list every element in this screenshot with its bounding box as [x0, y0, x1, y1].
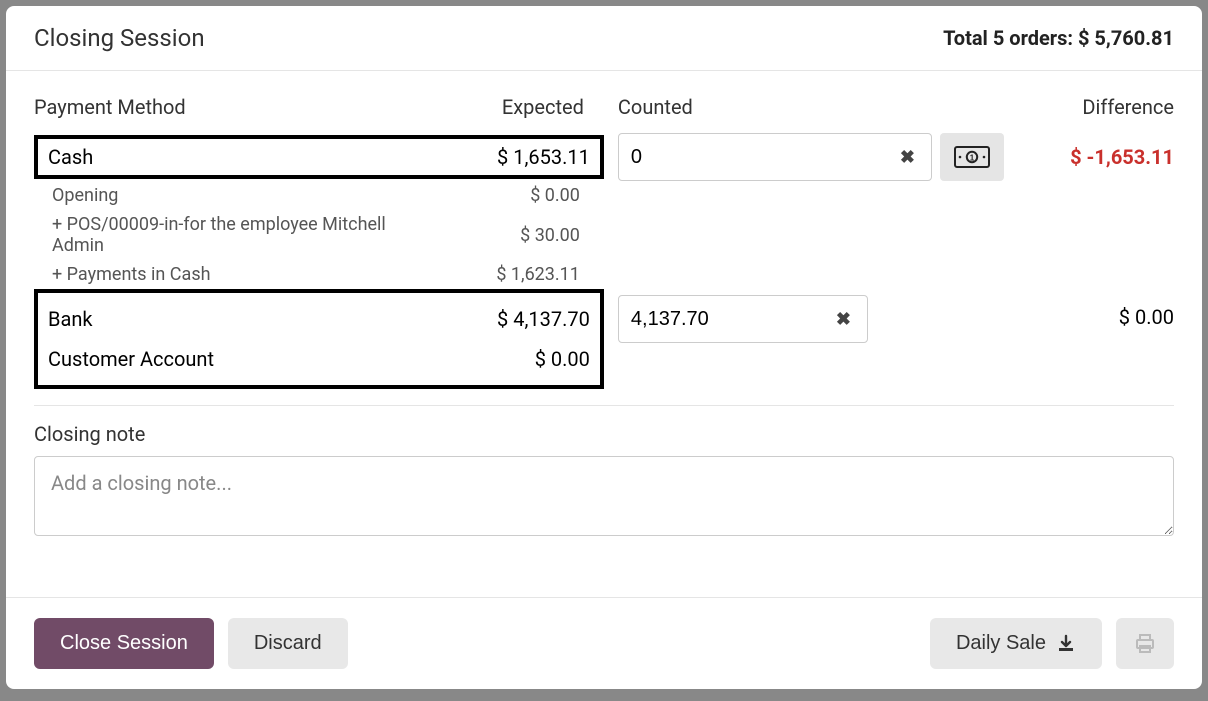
cash-row: Cash $ 1,653.11 ✖ — [34, 133, 1174, 181]
download-icon — [1056, 634, 1076, 654]
close-session-button[interactable]: Close Session — [34, 618, 214, 669]
money-bill-button[interactable]: 1 — [940, 133, 1004, 181]
daily-sale-button[interactable]: Daily Sale — [930, 618, 1102, 669]
daily-sale-label: Daily Sale — [956, 632, 1046, 655]
modal-header: Closing Session Total 5 orders: $ 5,760.… — [6, 6, 1202, 71]
clear-icon[interactable]: ✖ — [896, 147, 919, 168]
cash-counted-wrap: ✖ 1 — [618, 133, 1004, 181]
cash-detail-row: + Payments in Cash $ 1,623.11 — [34, 260, 1174, 289]
header-expected: Expected — [404, 95, 604, 133]
clear-icon[interactable]: ✖ — [832, 309, 855, 330]
orders-summary: Total 5 orders: $ 5,760.81 — [943, 26, 1174, 50]
other-methods-row: Bank $ 4,137.70 Customer Account $ 0.00 … — [34, 289, 1174, 389]
header-counted: Counted — [604, 95, 1004, 133]
bank-counted-group[interactable]: ✖ — [618, 295, 868, 343]
cash-detail-row: + POS/00009-in-for the employee Mitchell… — [34, 210, 1174, 260]
money-bill-icon: 1 — [954, 146, 990, 168]
divider — [34, 405, 1174, 406]
table-header-row: Payment Method Expected Counted Differen… — [34, 95, 1174, 133]
cash-label: Cash — [48, 145, 93, 169]
customer-account-row: Customer Account $ 0.00 — [48, 339, 590, 379]
modal-title: Closing Session — [34, 24, 205, 52]
cash-expected: $ 1,653.11 — [497, 145, 590, 169]
cash-detail-label: + POS/00009-in-for the employee Mitchell… — [34, 210, 404, 260]
cash-difference: $ -1,653.11 — [1070, 145, 1174, 169]
cash-detail-value: $ 0.00 — [404, 181, 604, 210]
svg-text:1: 1 — [970, 153, 975, 162]
cash-detail-value: $ 1,623.11 — [404, 260, 604, 289]
other-methods-box: Bank $ 4,137.70 Customer Account $ 0.00 — [34, 289, 604, 389]
modal-footer: Close Session Discard Daily Sale — [6, 597, 1202, 689]
cash-detail-label: Opening — [34, 181, 404, 210]
cash-counted-group[interactable]: ✖ — [618, 133, 932, 181]
modal-body: Payment Method Expected Counted Differen… — [6, 71, 1202, 597]
bank-counted-input[interactable] — [631, 308, 832, 331]
closing-note-input[interactable] — [34, 456, 1174, 536]
cash-detail-value: $ 30.00 — [404, 210, 604, 260]
bank-label: Bank — [48, 307, 93, 331]
header-difference: Difference — [1004, 95, 1174, 133]
cash-detail-row: Opening $ 0.00 — [34, 181, 1174, 210]
customer-account-expected: $ 0.00 — [535, 347, 590, 371]
footer-right: Daily Sale — [930, 618, 1174, 669]
print-button[interactable] — [1116, 618, 1174, 669]
cash-counted-input[interactable] — [631, 146, 896, 169]
bank-difference: $ 0.00 — [1119, 305, 1174, 329]
discard-button[interactable]: Discard — [228, 618, 348, 669]
bank-row: Bank $ 4,137.70 — [48, 299, 590, 339]
closing-note-label: Closing note — [34, 422, 1174, 446]
payment-methods-table: Payment Method Expected Counted Differen… — [34, 95, 1174, 389]
footer-left: Close Session Discard — [34, 618, 348, 669]
cash-box: Cash $ 1,653.11 — [34, 135, 604, 179]
customer-account-label: Customer Account — [48, 347, 214, 371]
cash-detail-label: + Payments in Cash — [34, 260, 404, 289]
print-icon — [1134, 633, 1156, 655]
header-payment-method: Payment Method — [34, 95, 404, 133]
closing-session-modal: Closing Session Total 5 orders: $ 5,760.… — [6, 6, 1202, 689]
bank-expected: $ 4,137.70 — [497, 307, 590, 331]
